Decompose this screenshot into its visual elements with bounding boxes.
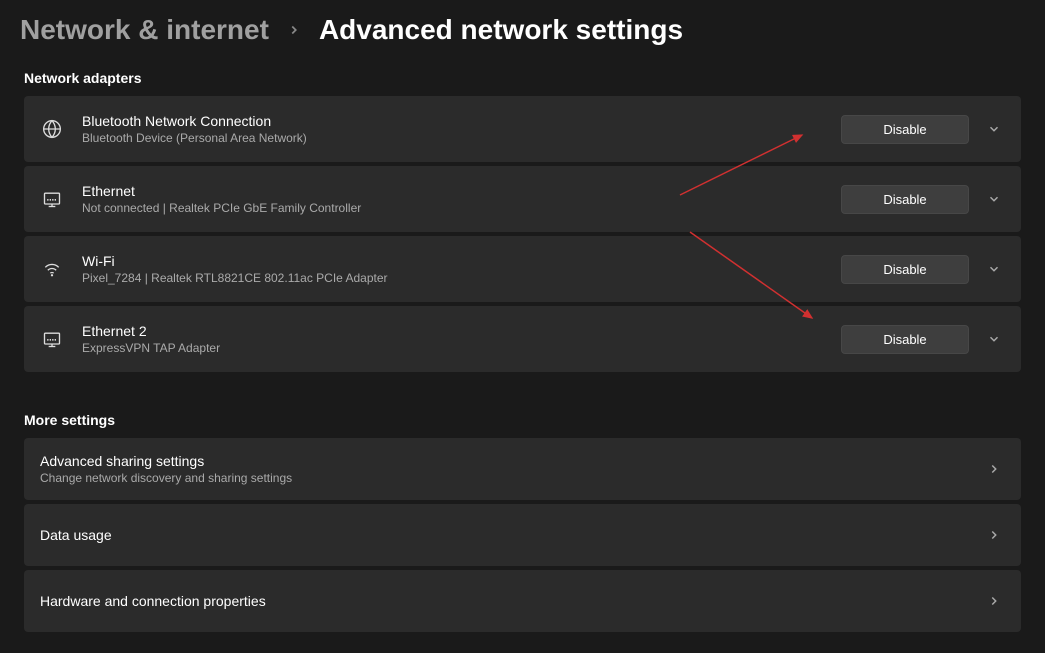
chevron-down-icon[interactable] (983, 188, 1005, 210)
page-title: Advanced network settings (319, 14, 683, 46)
chevron-right-icon (287, 23, 301, 37)
disable-button[interactable]: Disable (841, 185, 969, 214)
ethernet-icon (40, 327, 64, 351)
settings-row-hardware-props[interactable]: Hardware and connection properties (24, 570, 1021, 632)
settings-subtitle: Change network discovery and sharing set… (40, 471, 965, 485)
chevron-down-icon[interactable] (983, 258, 1005, 280)
adapter-title: Ethernet 2 (82, 323, 823, 339)
chevron-right-icon (983, 524, 1005, 546)
adapter-subtitle: Bluetooth Device (Personal Area Network) (82, 131, 823, 145)
settings-row-advanced-sharing[interactable]: Advanced sharing settings Change network… (24, 438, 1021, 500)
adapter-subtitle: ExpressVPN TAP Adapter (82, 341, 823, 355)
breadcrumb: Network & internet Advanced network sett… (0, 0, 1045, 64)
adapter-row-ethernet: Ethernet Not connected | Realtek PCIe Gb… (24, 166, 1021, 232)
disable-button[interactable]: Disable (841, 255, 969, 284)
adapter-subtitle: Not connected | Realtek PCIe GbE Family … (82, 201, 823, 215)
section-label-adapters: Network adapters (0, 64, 1045, 96)
settings-row-data-usage[interactable]: Data usage (24, 504, 1021, 566)
adapter-title: Wi-Fi (82, 253, 823, 269)
chevron-right-icon (983, 590, 1005, 612)
adapter-row-bluetooth: Bluetooth Network Connection Bluetooth D… (24, 96, 1021, 162)
chevron-down-icon[interactable] (983, 118, 1005, 140)
disable-button[interactable]: Disable (841, 325, 969, 354)
globe-icon (40, 117, 64, 141)
adapter-row-wifi: Wi-Fi Pixel_7284 | Realtek RTL8821CE 802… (24, 236, 1021, 302)
settings-title: Advanced sharing settings (40, 453, 965, 469)
section-label-more: More settings (0, 406, 1045, 438)
adapter-row-ethernet2: Ethernet 2 ExpressVPN TAP Adapter Disabl… (24, 306, 1021, 372)
chevron-right-icon (983, 458, 1005, 480)
ethernet-icon (40, 187, 64, 211)
settings-title: Hardware and connection properties (40, 593, 965, 609)
chevron-down-icon[interactable] (983, 328, 1005, 350)
adapter-subtitle: Pixel_7284 | Realtek RTL8821CE 802.11ac … (82, 271, 823, 285)
settings-title: Data usage (40, 527, 965, 543)
breadcrumb-parent[interactable]: Network & internet (20, 14, 269, 46)
adapter-title: Ethernet (82, 183, 823, 199)
wifi-icon (40, 257, 64, 281)
adapter-title: Bluetooth Network Connection (82, 113, 823, 129)
disable-button[interactable]: Disable (841, 115, 969, 144)
